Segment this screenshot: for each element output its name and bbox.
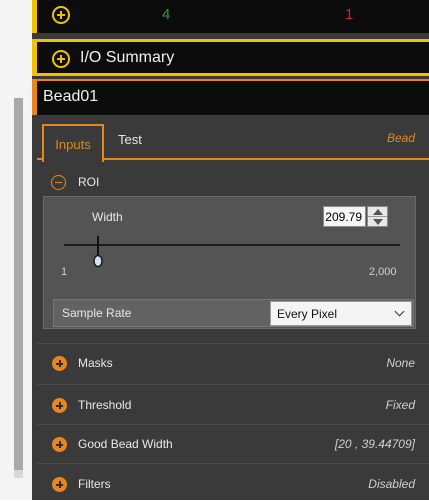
param-threshold[interactable]: Threshold Fixed [37,388,429,423]
param-value: [20 , 39.44709] [334,437,415,451]
divider [37,384,429,385]
roi-label: ROI [78,175,100,189]
param-masks[interactable]: Masks None [37,346,429,381]
results-summary-row[interactable]: 4 1 [32,0,429,33]
param-label: Threshold [78,398,132,412]
param-value: Disabled [368,477,415,491]
divider [37,463,429,464]
width-input[interactable]: 209.79 [323,206,366,227]
param-label: Masks [78,356,113,370]
tool-name: Bead01 [43,88,99,105]
slider-max-label: 2,000 [369,266,397,278]
triangle-up-icon [372,208,383,215]
tab-inputs[interactable]: Inputs [42,124,104,162]
width-spinner[interactable] [367,206,388,227]
divider [37,343,429,344]
param-value: Fixed [385,398,415,412]
io-summary-row[interactable]: I/O Summary [32,39,429,76]
expand-icon[interactable] [52,356,67,371]
scrollbar-thumb[interactable] [14,98,23,470]
triangle-down-icon [372,219,383,225]
expand-icon[interactable] [52,437,67,452]
roi-section-header[interactable]: ROI [37,168,429,196]
sample-rate-select[interactable]: Every Pixel [270,301,412,326]
chevron-down-icon [394,306,405,317]
collapse-icon[interactable] [51,175,66,190]
sample-rate-label: Sample Rate [62,306,132,320]
io-summary-label: I/O Summary [80,49,175,66]
spin-up-button[interactable] [368,207,387,217]
tab-test[interactable]: Test [118,132,142,147]
divider [37,424,429,425]
fail-count: 1 [345,6,354,23]
param-label: Filters [78,477,111,491]
slider-thumb-icon [93,236,103,268]
param-label: Good Bead Width [78,437,173,451]
expand-icon[interactable] [52,398,67,413]
expand-icon[interactable] [52,477,67,492]
slider-min-label: 1 [61,266,68,278]
tool-header[interactable]: Bead01 [32,79,429,115]
pass-count: 4 [162,6,171,23]
tool-type-label: Bead [386,131,415,145]
param-value: None [386,356,415,370]
param-good-bead-width[interactable]: Good Bead Width [20 , 39.44709] [37,427,429,462]
param-filters[interactable]: Filters Disabled [37,467,429,502]
expand-icon[interactable] [52,6,70,24]
width-slider-track[interactable] [64,244,400,246]
width-label: Width [92,210,123,224]
sample-rate-value: Every Pixel [277,306,338,321]
expand-icon[interactable] [52,50,70,68]
spin-down-button[interactable] [368,217,387,227]
width-slider-handle[interactable] [93,236,103,268]
